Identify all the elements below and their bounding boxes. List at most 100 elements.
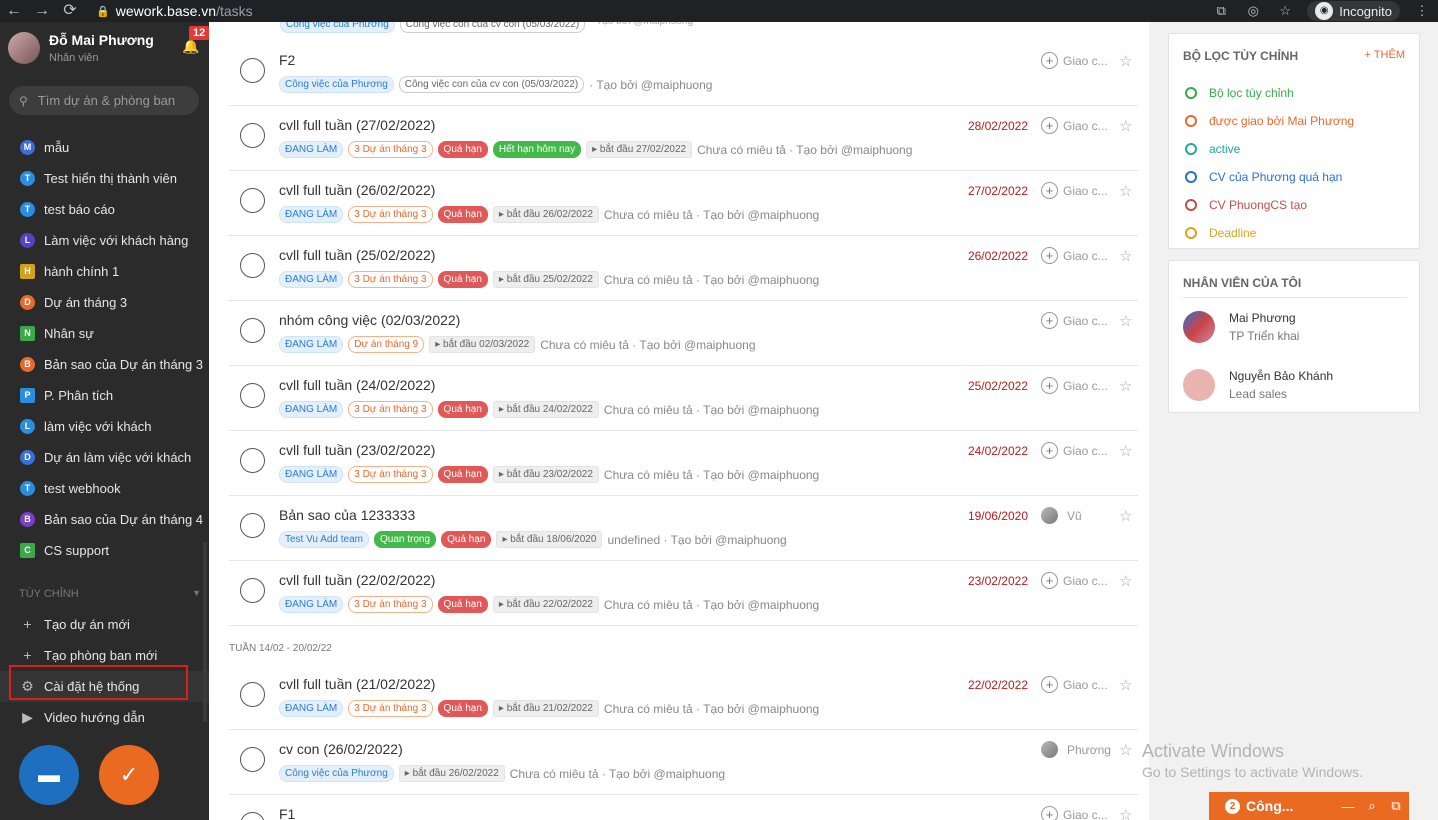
assignee[interactable]: + Giao c... [1041,377,1108,394]
assignee[interactable]: + Giao c... [1041,442,1108,459]
task-row[interactable]: F2 Công việc của Phương Công việc con của … [229,41,1138,106]
assignee[interactable]: Phương [1041,741,1111,758]
popout-icon[interactable]: ⧉ [1384,798,1408,814]
sidebar-item-project[interactable]: D Dự án làm việc với khách [0,442,209,473]
filter-item[interactable]: active [1185,142,1240,156]
complete-checkbox[interactable] [240,682,265,707]
complete-checkbox[interactable] [240,383,265,408]
star-icon[interactable]: ☆ [1119,377,1132,395]
star-icon[interactable]: ☆ [1119,117,1132,135]
bookmark-star-icon[interactable]: ☆ [1269,3,1301,19]
search-icon[interactable]: ⌕ [1360,798,1384,814]
task-title[interactable]: cvll full tuần (22/02/2022) [279,572,435,588]
task-fab-button[interactable]: ✓ [99,745,159,805]
incognito-indicator[interactable]: ◉ Incognito [1307,1,1400,21]
add-assignee-icon[interactable]: + [1041,676,1058,693]
employee-item[interactable]: Mai Phương TP Triển khai [1183,311,1299,343]
task-title[interactable]: cvll full tuần (25/02/2022) [279,247,435,263]
assignee[interactable]: + Giao c... [1041,312,1108,329]
add-assignee-icon[interactable]: + [1041,312,1058,329]
task-title[interactable]: cvll full tuần (23/02/2022) [279,442,435,458]
assignee[interactable]: + Giao c... [1041,182,1108,199]
filter-item[interactable]: Bộ lọc tùy chỉnh [1185,86,1294,100]
task-title[interactable]: cv con (26/02/2022) [279,741,403,757]
sidebar-item-project[interactable]: L Làm việc với khách hàng [0,225,209,256]
task-row[interactable]: cvll full tuần (24/02/2022) ĐANG LÀM 3 Dự … [229,366,1138,431]
complete-checkbox[interactable] [240,253,265,278]
sidebar-item-project[interactable]: P P. Phân tích [0,380,209,411]
assignee[interactable]: + Giao c... [1041,247,1108,264]
task-title[interactable]: cvll full tuần (27/02/2022) [279,117,435,133]
star-icon[interactable]: ☆ [1119,572,1132,590]
task-row[interactable]: cvll full tuần (23/02/2022) ĐANG LÀM 3 Dự … [229,431,1138,496]
sidebar-item-project[interactable]: D Dự án tháng 3 [0,287,209,318]
translate-icon[interactable]: ⧉ [1205,3,1237,19]
sidebar-scrollbar[interactable] [203,542,207,722]
employee-item[interactable]: Nguyễn Bảo Khánh Lead sales [1183,369,1333,401]
add-assignee-icon[interactable]: + [1041,247,1058,264]
sidebar-item-project[interactable]: Ttest webhook [0,473,209,504]
forward-icon[interactable]: → [28,0,56,22]
sidebar-item-custom[interactable]: + Tạo dự án mới [0,609,209,640]
complete-checkbox[interactable] [240,747,265,772]
filter-item[interactable]: CV PhuongCS tạo [1185,198,1307,212]
minimize-icon[interactable]: — [1336,799,1360,814]
task-title[interactable]: cvll full tuần (21/02/2022) [279,676,435,692]
add-assignee-icon[interactable]: + [1041,182,1058,199]
filter-item[interactable]: được giao bởi Mai Phương [1185,114,1354,128]
task-row[interactable]: cv con (26/02/2022) Công việc của Phương ▸… [229,730,1138,795]
complete-checkbox[interactable] [240,188,265,213]
assignee[interactable]: + Giao c... [1041,676,1108,693]
task-title[interactable]: nhóm công việc (02/03/2022) [279,312,460,328]
sidebar-search[interactable]: ⚲ [9,86,199,115]
complete-checkbox[interactable] [240,812,265,820]
task-title[interactable]: cvll full tuần (26/02/2022) [279,182,435,198]
user-profile[interactable]: Đỗ Mai Phương Nhân viên [8,32,154,64]
back-icon[interactable]: ← [0,0,28,22]
star-icon[interactable]: ☆ [1119,676,1132,694]
task-row[interactable]: F1 + Giao c... ☆ [229,795,1138,820]
caret-down-icon[interactable]: ▼ [192,588,201,598]
add-assignee-icon[interactable]: + [1041,117,1058,134]
star-icon[interactable]: ☆ [1119,442,1132,460]
add-assignee-icon[interactable]: + [1041,572,1058,589]
star-icon[interactable]: ☆ [1119,806,1132,820]
assignee[interactable]: + Giao c... [1041,572,1108,589]
add-assignee-icon[interactable]: + [1041,806,1058,820]
sidebar-item-project[interactable]: B Bản sao của Dự án tháng 3 [0,349,209,380]
chat-bar[interactable]: 2 Công... — ⌕ ⧉ [1209,792,1409,820]
chat-fab-button[interactable]: ▬ [19,745,79,805]
sidebar-item-project[interactable]: C CS support [0,535,209,566]
filter-item[interactable]: CV của Phương quá hạn [1185,170,1342,184]
add-assignee-icon[interactable]: + [1041,442,1058,459]
task-row[interactable]: cvll full tuần (25/02/2022) ĐANG LÀM 3 Dự … [229,236,1138,301]
task-row[interactable]: cvll full tuần (26/02/2022) ĐANG LÀM 3 Dự … [229,171,1138,236]
star-icon[interactable]: ☆ [1119,182,1132,200]
add-filter-button[interactable]: + THÊM [1365,49,1405,61]
star-icon[interactable]: ☆ [1119,741,1132,759]
task-title[interactable]: Bản sao của 1233333 [279,507,415,523]
sidebar-item-project[interactable]: T Test hiển thị thành viên [0,163,209,194]
task-row[interactable]: Bản sao của 1233333 Test Vu Add team Quan … [229,496,1138,561]
section-title[interactable]: TÙY CHỈNH ▼ [19,588,201,600]
sidebar-item-project[interactable]: Ttest báo cáo [0,194,209,225]
assignee[interactable]: + Giao c... [1041,117,1108,134]
complete-checkbox[interactable] [240,58,265,83]
task-title[interactable]: F2 [279,52,295,68]
assignee[interactable]: Vũ [1041,507,1082,524]
star-icon[interactable]: ☆ [1119,507,1132,525]
star-icon[interactable]: ☆ [1119,52,1132,70]
sidebar-item-project[interactable]: B Bản sao của Dự án tháng 4 [0,504,209,535]
browser-menu-icon[interactable]: ⋮ [1406,3,1438,19]
assignee[interactable]: + Giao c... [1041,52,1108,69]
task-row[interactable]: cvll full tuần (27/02/2022) ĐANG LÀM 3 Dự … [229,106,1138,171]
star-icon[interactable]: ☆ [1119,312,1132,330]
complete-checkbox[interactable] [240,123,265,148]
complete-checkbox[interactable] [240,578,265,603]
task-title[interactable]: F1 [279,806,295,820]
task-title[interactable]: cvll full tuần (24/02/2022) [279,377,435,393]
task-row[interactable]: cvll full tuần (22/02/2022) ĐANG LÀM 3 Dự … [229,561,1138,626]
assignee[interactable]: + Giao c... [1041,806,1108,820]
search-input[interactable] [37,93,188,108]
task-row[interactable]: cvll full tuần (21/02/2022) ĐANG LÀM 3 Dự … [229,665,1138,730]
